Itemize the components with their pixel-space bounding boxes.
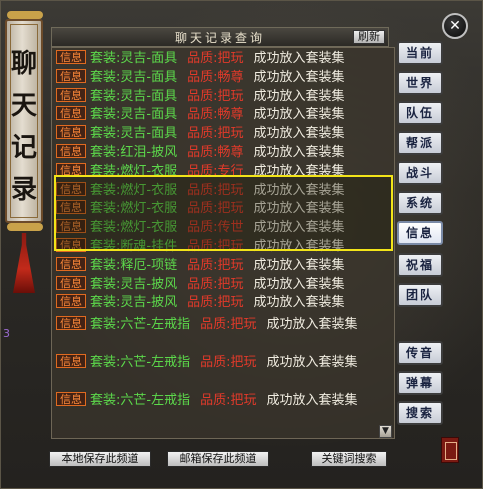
log-line: 信息 套装:灵吉-面具 品质:把玩 成功放入套装集 bbox=[56, 87, 390, 106]
log-tag: 信息 bbox=[56, 125, 86, 140]
refresh-button[interactable]: 刷新 bbox=[353, 30, 385, 44]
tab-channel[interactable]: 团队 bbox=[397, 283, 443, 307]
side-number: 3 bbox=[3, 327, 10, 340]
log-tag: 信息 bbox=[56, 316, 86, 331]
save-mail-button[interactable]: 邮箱保存此频道 bbox=[167, 451, 269, 467]
tab-channel[interactable]: 世界 bbox=[397, 71, 443, 95]
log-message: 成功放入套装集 bbox=[253, 126, 345, 142]
log-message: 成功放入套装集 bbox=[266, 393, 358, 409]
keyword-search-button[interactable]: 关键词搜索 bbox=[311, 451, 387, 467]
close-icon: ✕ bbox=[449, 18, 461, 34]
log-quality: 品质:畅尊 bbox=[187, 107, 244, 123]
log-quality: 品质:把玩 bbox=[187, 257, 244, 273]
log-message: 成功放入套装集 bbox=[253, 145, 345, 160]
scroll-title-char: 记 bbox=[10, 133, 37, 163]
log-quality: 品质:把玩 bbox=[200, 317, 257, 333]
log-item[interactable]: 套装:灵吉-面具 bbox=[90, 51, 177, 66]
log-quality: 品质:畅尊 bbox=[187, 145, 244, 160]
log-item[interactable]: 套装:红泪-披风 bbox=[90, 145, 177, 160]
seal-stamp bbox=[441, 437, 459, 463]
log-item[interactable]: 套装:释厄-项链 bbox=[90, 258, 177, 273]
log-item[interactable]: 套装:灵吉-面具 bbox=[90, 89, 177, 104]
close-button[interactable]: ✕ bbox=[442, 13, 468, 39]
log-line: 信息 套装:红泪-披风 品质:畅尊 成功放入套装集 bbox=[56, 144, 390, 162]
chevron-down-icon: ▼ bbox=[382, 426, 389, 436]
log-item[interactable]: 套装:灵吉-披风 bbox=[90, 295, 177, 310]
log-quality: 品质:把玩 bbox=[200, 393, 257, 409]
log-message: 成功放入套装集 bbox=[253, 88, 345, 104]
log-line: 信息 套装:六芒-左戒指 品质:把玩 成功放入套装集 bbox=[56, 315, 390, 353]
log-item[interactable]: 套装:灵吉-面具 bbox=[90, 126, 177, 141]
tab-channel[interactable]: 传音 bbox=[397, 341, 443, 365]
log-tag: 信息 bbox=[56, 106, 86, 121]
log-item[interactable]: 套装:六芒-左戒指 bbox=[90, 393, 190, 408]
log-item[interactable]: 套装:灵吉-披风 bbox=[90, 277, 177, 292]
log-message: 成功放入套装集 bbox=[253, 107, 345, 123]
scroll-rod-top bbox=[7, 11, 43, 19]
log-quality: 品质:把玩 bbox=[200, 355, 257, 371]
log-item[interactable]: 套装:灵吉-面具 bbox=[90, 107, 177, 122]
chat-log-window: 聊 天 记 录 3 ✕ 聊天记录查询 刷新 信息 套装:灵吉-面具 品质:把玩 成功放… bbox=[0, 0, 483, 489]
log-message: 成功放入套装集 bbox=[253, 276, 345, 292]
log-tag: 信息 bbox=[56, 50, 86, 64]
panel-title-bar: 聊天记录查询 刷新 bbox=[51, 27, 389, 47]
log-line: 信息 套装:灵吉-披风 品质:把玩 成功放入套装集 bbox=[56, 275, 390, 294]
log-message: 成功放入套装集 bbox=[266, 317, 358, 333]
panel-title: 聊天记录查询 bbox=[174, 31, 265, 45]
scroll-down-button[interactable]: ▼ bbox=[379, 425, 392, 438]
log-tag: 信息 bbox=[56, 87, 86, 102]
log-tag: 信息 bbox=[56, 392, 86, 407]
log-quality: 品质:把玩 bbox=[187, 276, 244, 292]
log-line: 信息 套装:灵吉-披风 品质:把玩 成功放入套装集 bbox=[56, 294, 390, 312]
log-message: 成功放入套装集 bbox=[253, 69, 345, 85]
tab-channel[interactable]: 队伍 bbox=[397, 101, 443, 125]
log-quality: 品质:畅尊 bbox=[187, 69, 244, 85]
log-item[interactable]: 套装:六芒-左戒指 bbox=[90, 355, 190, 370]
tab-channel[interactable]: 搜索 bbox=[397, 401, 443, 425]
log-message: 成功放入套装集 bbox=[253, 257, 345, 273]
log-line: 信息 套装:灵吉-面具 品质:把玩 成功放入套装集 bbox=[56, 50, 390, 68]
tab-channel[interactable]: 当前 bbox=[397, 41, 443, 65]
log-item[interactable]: 套装:六芒-左戒指 bbox=[90, 317, 190, 332]
highlight-box bbox=[54, 175, 393, 251]
log-line: 信息 套装:六芒-左戒指 品质:把玩 成功放入套装集 bbox=[56, 391, 390, 429]
log-tag: 信息 bbox=[56, 256, 86, 271]
tab-channel[interactable]: 帮派 bbox=[397, 131, 443, 155]
tab-channel[interactable]: 弹幕 bbox=[397, 371, 443, 395]
log-tag: 信息 bbox=[56, 144, 86, 158]
log-item[interactable]: 套装:灵吉-面具 bbox=[90, 70, 177, 85]
log-message: 成功放入套装集 bbox=[253, 295, 345, 311]
scroll-title-char: 聊 bbox=[10, 49, 37, 79]
log-quality: 品质:把玩 bbox=[187, 51, 244, 66]
log-tag: 信息 bbox=[56, 275, 86, 290]
log-tag: 信息 bbox=[56, 68, 86, 83]
log-quality: 品质:把玩 bbox=[187, 88, 244, 104]
scroll-rod-bottom bbox=[7, 223, 43, 231]
log-tag: 信息 bbox=[56, 294, 86, 309]
log-tag: 信息 bbox=[56, 354, 86, 369]
log-line: 信息 套装:灵吉-面具 品质:把玩 成功放入套装集 bbox=[56, 125, 390, 143]
log-line: 信息 套装:六芒-左戒指 品质:把玩 成功放入套装集 bbox=[56, 353, 390, 391]
tab-channel[interactable]: 战斗 bbox=[397, 161, 443, 185]
log-message: 成功放入套装集 bbox=[253, 51, 345, 66]
log-line: 信息 套装:灵吉-面具 品质:畅尊 成功放入套装集 bbox=[56, 68, 390, 87]
tab-channel[interactable]: 信息 bbox=[397, 221, 443, 245]
chat-log-scroll-banner: 聊 天 记 录 bbox=[5, 19, 43, 223]
tab-channel[interactable]: 祝福 bbox=[397, 253, 443, 277]
tab-channel[interactable]: 系统 bbox=[397, 191, 443, 215]
log-line: 信息 套装:释厄-项链 品质:把玩 成功放入套装集 bbox=[56, 256, 390, 275]
log-message: 成功放入套装集 bbox=[266, 355, 358, 371]
scroll-title-char: 录 bbox=[10, 175, 37, 205]
log-quality: 品质:把玩 bbox=[187, 126, 244, 142]
tassel-decoration bbox=[13, 233, 35, 293]
log-line: 信息 套装:灵吉-面具 品质:畅尊 成功放入套装集 bbox=[56, 106, 390, 124]
scroll-title-char: 天 bbox=[10, 91, 37, 121]
save-local-button[interactable]: 本地保存此频道 bbox=[49, 451, 151, 467]
log-quality: 品质:把玩 bbox=[187, 295, 244, 311]
